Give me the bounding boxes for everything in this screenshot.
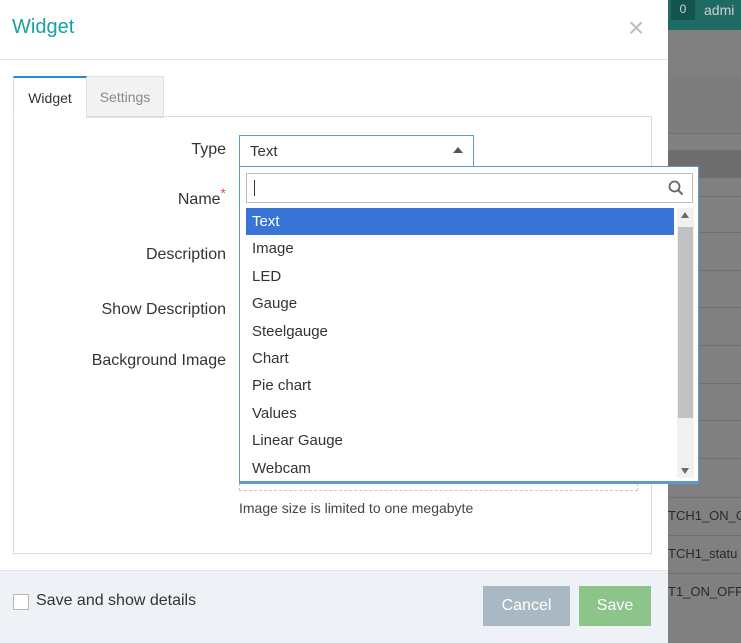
background-row: TCH1_statu (668, 535, 741, 572)
save-and-show-details-checkbox[interactable] (13, 594, 29, 610)
cancel-button[interactable]: Cancel (483, 586, 570, 626)
tab-settings[interactable]: Settings (86, 76, 164, 118)
modal-footer: Save and show details Cancel Save (0, 570, 668, 643)
dropdown-option[interactable]: Webcam (246, 455, 674, 478)
image-size-hint: Image size is limited to one megabyte (239, 500, 474, 516)
notification-badge: 0 (671, 0, 695, 20)
dropdown-scrollbar[interactable] (677, 208, 694, 478)
dropdown-option[interactable]: Gauge (246, 290, 674, 317)
type-select-value: Text (250, 143, 278, 160)
scroll-thumb[interactable] (678, 227, 693, 418)
required-mark: * (220, 185, 226, 201)
dropdown-option[interactable]: Chart (246, 345, 674, 372)
chevron-up-icon (453, 147, 463, 153)
background-row: TCH1_ON_O (668, 497, 741, 534)
dropdown-search-input[interactable] (246, 173, 693, 203)
name-label-text: Name (177, 191, 221, 208)
dropdown-option[interactable]: Text (246, 208, 674, 235)
background-row: T1_ON_OFF (668, 573, 741, 610)
tab-widget[interactable]: Widget (13, 76, 87, 118)
user-menu: admi (704, 2, 735, 18)
dropdown-option[interactable]: LED (246, 263, 674, 290)
name-label: Name* (177, 185, 226, 209)
type-label: Type (191, 141, 226, 158)
dropdown-option[interactable]: Steelgauge (246, 318, 674, 345)
dropdown-options: Text Image LED Gauge Steelgauge Chart Pie char… (246, 208, 674, 478)
scroll-up-icon[interactable] (681, 212, 689, 218)
dropdown-option[interactable]: Image (246, 235, 674, 262)
save-button[interactable]: Save (579, 586, 651, 626)
background-image-label: Background Image (91, 352, 226, 369)
type-dropdown: Text Image LED Gauge Steelgauge Chart Pie char… (239, 166, 699, 484)
text-caret (254, 180, 255, 196)
type-select[interactable]: Text (239, 135, 474, 166)
modal-title: Widget (12, 16, 75, 38)
background-strip (668, 75, 741, 134)
modal-header: Widget × (0, 0, 668, 60)
dropdown-option[interactable]: Pie chart (246, 372, 674, 399)
dropdown-option[interactable]: Values (246, 400, 674, 427)
save-and-show-details-label[interactable]: Save and show details (36, 592, 196, 610)
description-label: Description (145, 246, 226, 263)
scroll-down-icon[interactable] (681, 468, 689, 474)
close-icon[interactable]: × (628, 14, 644, 42)
search-icon (668, 180, 684, 196)
show-description-label: Show Description (101, 301, 227, 318)
dropdown-option[interactable]: Linear Gauge (246, 427, 674, 454)
